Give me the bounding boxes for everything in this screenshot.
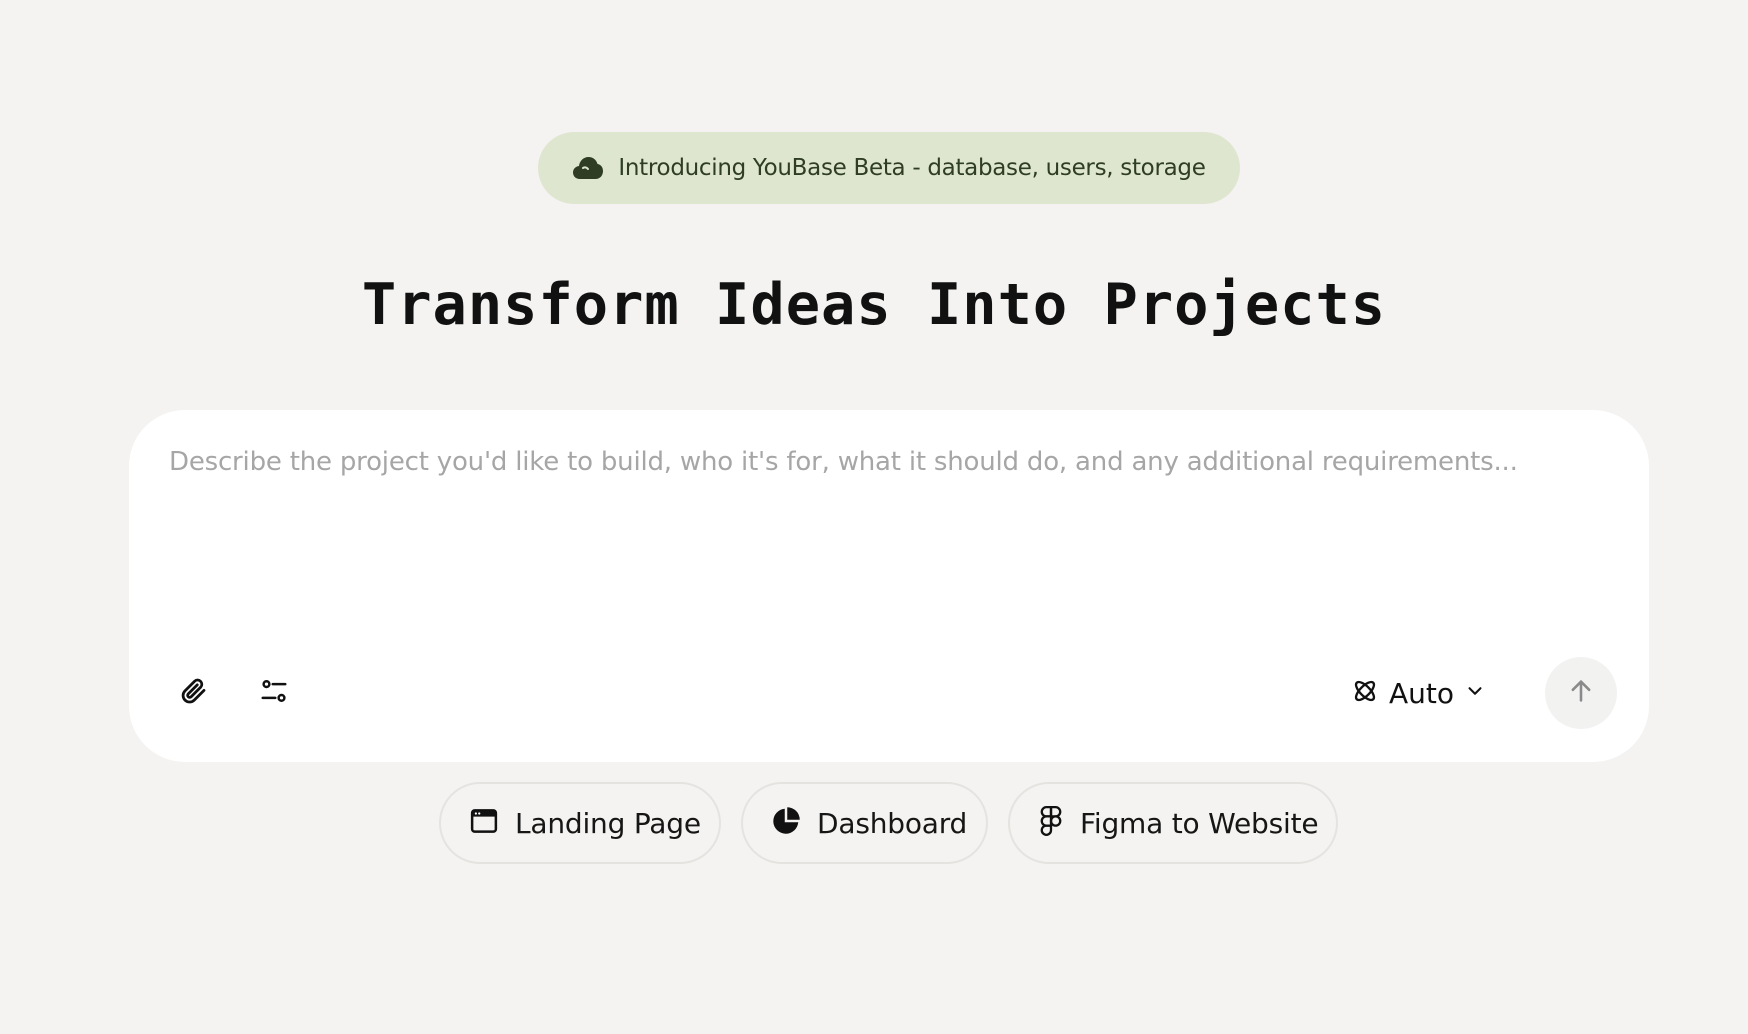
suggestion-landing-page[interactable]: Landing Page [439,782,721,864]
suggestion-label: Landing Page [515,806,701,840]
model-selected-label: Auto [1389,676,1455,710]
prompt-composer: Auto [129,410,1649,762]
attach-button[interactable] [167,666,221,720]
cloud-icon [572,152,604,184]
prompt-input[interactable] [169,444,1609,624]
announcement-banner[interactable]: Introducing YouBase Beta - database, use… [538,132,1240,204]
suggestion-label: Dashboard [817,806,968,840]
suggestion-label: Figma to Website [1080,806,1319,840]
browser-window-icon [469,806,499,840]
page-title: Transform Ideas Into Projects [361,272,1387,338]
model-selector[interactable]: Auto [1351,668,1486,718]
paperclip-icon [179,676,209,710]
arrow-up-icon [1567,677,1595,709]
announcement-text: Introducing YouBase Beta - database, use… [618,155,1206,181]
figma-icon [1038,806,1064,840]
send-button[interactable] [1545,657,1617,729]
pie-chart-icon [771,806,801,840]
chevron-down-icon [1464,680,1486,706]
settings-button[interactable] [247,666,301,720]
suggestion-dashboard[interactable]: Dashboard [741,782,988,864]
suggestion-figma-to-website[interactable]: Figma to Website [1008,782,1338,864]
atom-icon [1351,677,1379,709]
sliders-icon [259,676,289,710]
